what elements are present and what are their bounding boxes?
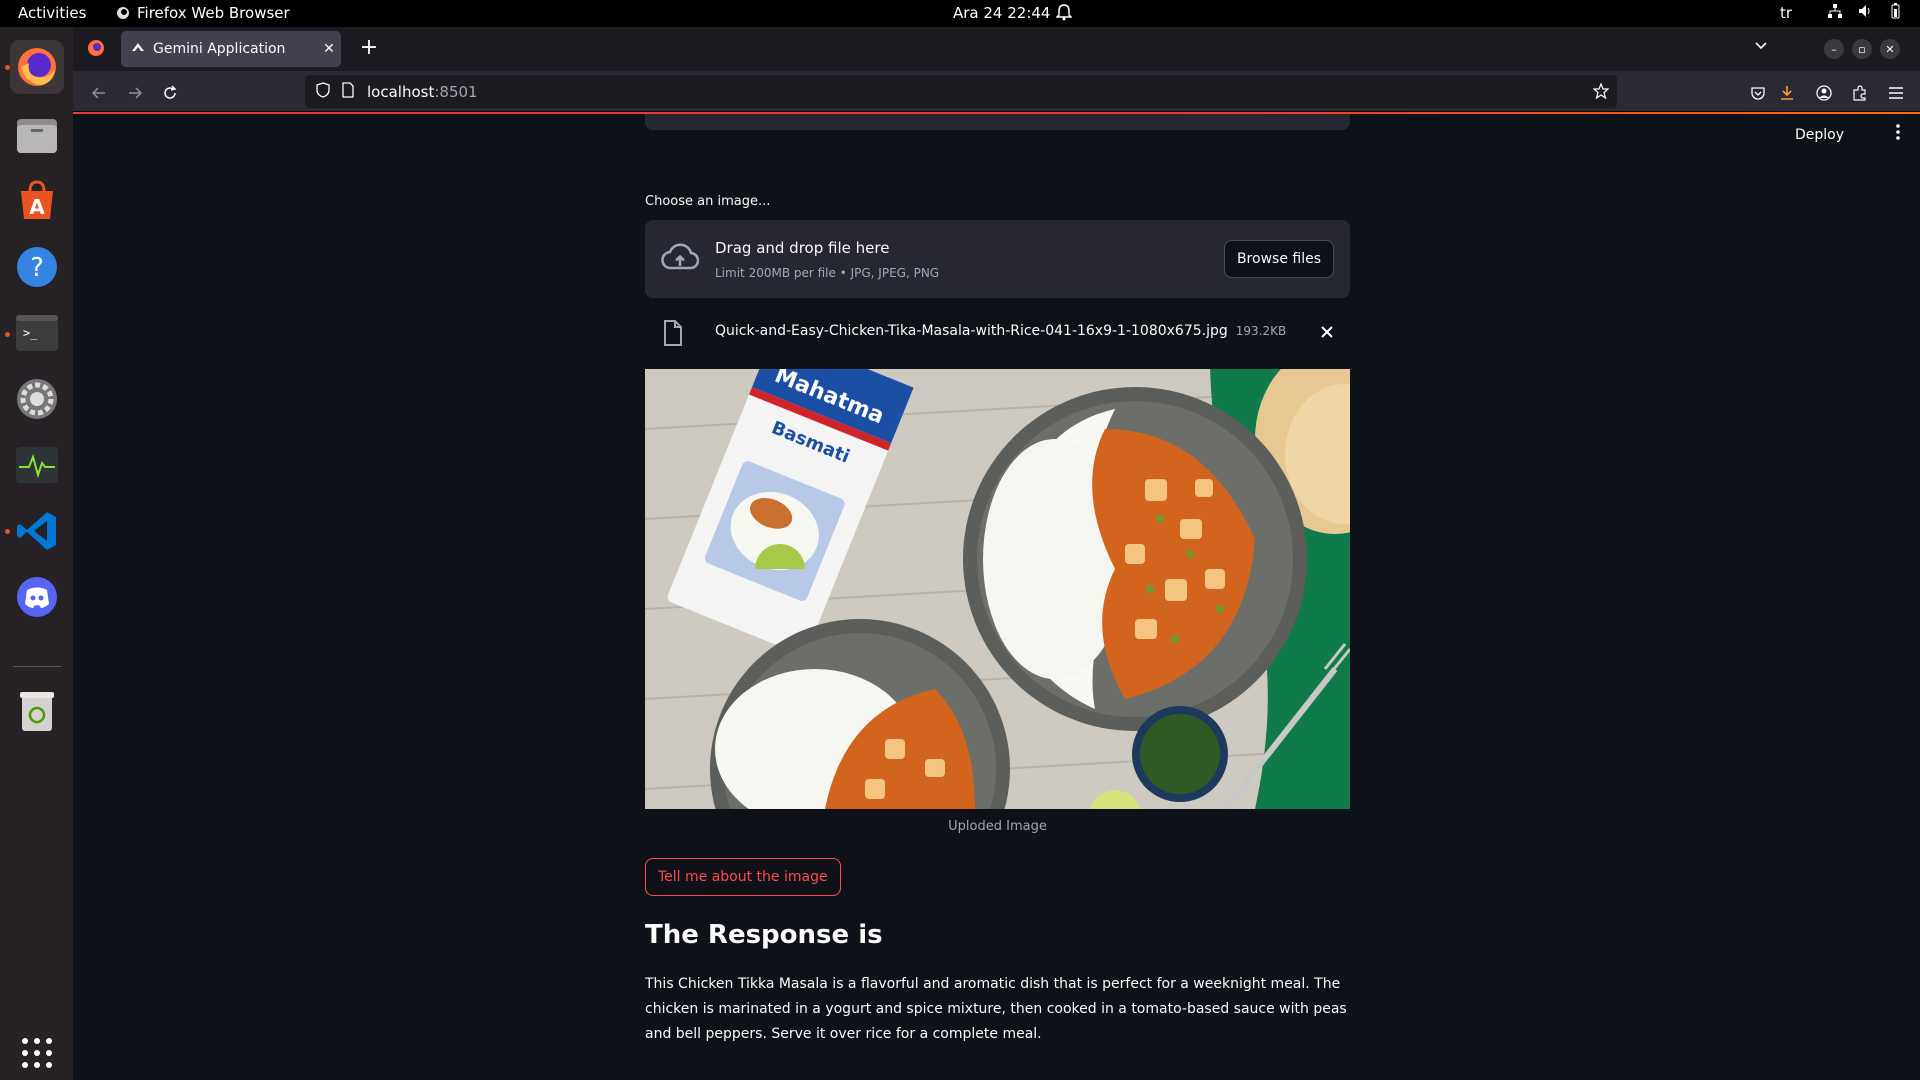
reload-icon[interactable] — [156, 79, 184, 107]
dock-settings-icon[interactable] — [10, 372, 64, 426]
firefox-view-icon[interactable] — [87, 39, 105, 61]
url-port: :8501 — [434, 82, 478, 101]
activities-button[interactable]: Activities — [18, 4, 86, 22]
cloud-upload-icon — [661, 242, 700, 278]
tracking-protection-shield-icon[interactable] — [315, 81, 331, 102]
clock[interactable]: Ara 24 22:44 — [953, 4, 1050, 22]
page-info-icon[interactable] — [341, 81, 355, 102]
dock-vscode-icon[interactable] — [10, 504, 64, 558]
hamburger-menu-icon[interactable] — [1882, 79, 1910, 107]
response-text: This Chicken Tikka Masala is a flavorful… — [645, 976, 1347, 1042]
file-name-text: Quick-and-Easy-Chicken-Tika-Masala-with-… — [715, 323, 1228, 339]
url-bar[interactable]: localhost:8501 — [305, 75, 1617, 108]
uploaded-file-item: Quick-and-Easy-Chicken-Tika-Masala-with-… — [645, 314, 1350, 354]
system-menu[interactable] — [1827, 3, 1903, 19]
url-host: localhost — [367, 82, 435, 101]
tell-me-about-image-button[interactable]: Tell me about the image — [645, 858, 841, 896]
svg-text:?: ? — [30, 253, 44, 283]
restore-window-button[interactable]: ▫ — [1852, 39, 1872, 59]
back-arrow-icon[interactable] — [85, 79, 113, 107]
new-tab-button[interactable]: + — [355, 35, 383, 63]
minimize-window-button[interactable]: – — [1824, 39, 1844, 59]
uploaded-food-image: Mahatma Basmati — [645, 369, 1350, 809]
firefox-nav-bar: localhost:8501 — [73, 71, 1920, 112]
app-menu[interactable]: Firefox Web Browser — [116, 4, 290, 22]
streamlit-favicon-icon — [131, 41, 145, 57]
uploader-label: Choose an image... — [645, 194, 771, 209]
keyboard-layout-indicator[interactable]: tr — [1780, 4, 1792, 22]
image-caption: Uploded Image — [948, 819, 1047, 834]
file-size: 193.2KB — [1235, 324, 1287, 338]
streamlit-page: Deploy Choose an image... Drag and drop … — [73, 114, 1920, 1080]
account-icon[interactable] — [1810, 79, 1838, 107]
firefox-small-icon — [117, 7, 129, 19]
list-all-tabs-chevron-icon[interactable] — [1753, 37, 1769, 57]
dock-separator — [13, 666, 61, 667]
notification-bell-icon[interactable] — [1055, 3, 1073, 25]
dock-trash-icon[interactable] — [10, 684, 64, 738]
file-icon — [663, 320, 683, 350]
running-indicator — [5, 529, 10, 534]
uploaded-file-name: Quick-and-Easy-Chicken-Tika-Masala-with-… — [715, 323, 1286, 339]
svg-text:A: A — [29, 195, 45, 219]
forward-arrow-icon[interactable] — [121, 79, 149, 107]
close-window-button[interactable]: ✕ — [1880, 39, 1900, 59]
tab-gemini-application[interactable]: Gemini Application ✕ — [121, 31, 341, 67]
deploy-button[interactable]: Deploy — [1795, 127, 1844, 143]
browse-files-button[interactable]: Browse files — [1223, 240, 1334, 278]
dropzone-title: Drag and drop file here — [715, 239, 890, 257]
network-icon — [1828, 4, 1842, 18]
dropzone-limits: Limit 200MB per file • JPG, JPEG, PNG — [715, 266, 940, 280]
remove-file-close-icon[interactable] — [1320, 320, 1334, 344]
response-heading: The Response is — [645, 920, 883, 950]
running-indicator — [5, 65, 10, 70]
pocket-icon[interactable] — [1744, 79, 1772, 107]
dock-discord-icon[interactable] — [10, 570, 64, 624]
dock-help-icon[interactable]: ? — [10, 240, 64, 294]
tab-title: Gemini Application — [153, 41, 286, 57]
tab-close-icon[interactable]: ✕ — [317, 41, 341, 57]
app-name-label: Firefox Web Browser — [137, 4, 290, 22]
main-menu-kebab-icon[interactable] — [1896, 124, 1900, 145]
dock-system-monitor-icon[interactable] — [10, 438, 64, 492]
dock-terminal-icon[interactable]: >_ — [10, 306, 64, 360]
running-indicator — [5, 332, 10, 337]
dock-firefox-icon[interactable] — [10, 40, 64, 94]
previous-input-block — [645, 114, 1350, 130]
bookmark-star-icon[interactable] — [1592, 82, 1610, 103]
volume-icon — [1859, 5, 1870, 17]
file-dropzone[interactable]: Drag and drop file here Limit 200MB per … — [645, 220, 1350, 298]
downloads-icon[interactable] — [1773, 79, 1801, 107]
show-applications-icon[interactable] — [10, 1026, 64, 1080]
svg-text:>_: >_ — [23, 326, 38, 340]
dock-files-icon[interactable] — [10, 108, 64, 162]
gnome-top-bar: Activities Firefox Web Browser Ara 24 22… — [0, 0, 1920, 27]
firefox-tab-bar: Gemini Application ✕ + – ▫ ✕ — [73, 27, 1920, 71]
dock-app-center-icon[interactable]: A — [10, 174, 64, 228]
extensions-puzzle-icon[interactable] — [1846, 79, 1874, 107]
battery-icon — [1891, 3, 1900, 19]
ubuntu-dock: A ? >_ — [0, 27, 73, 1080]
